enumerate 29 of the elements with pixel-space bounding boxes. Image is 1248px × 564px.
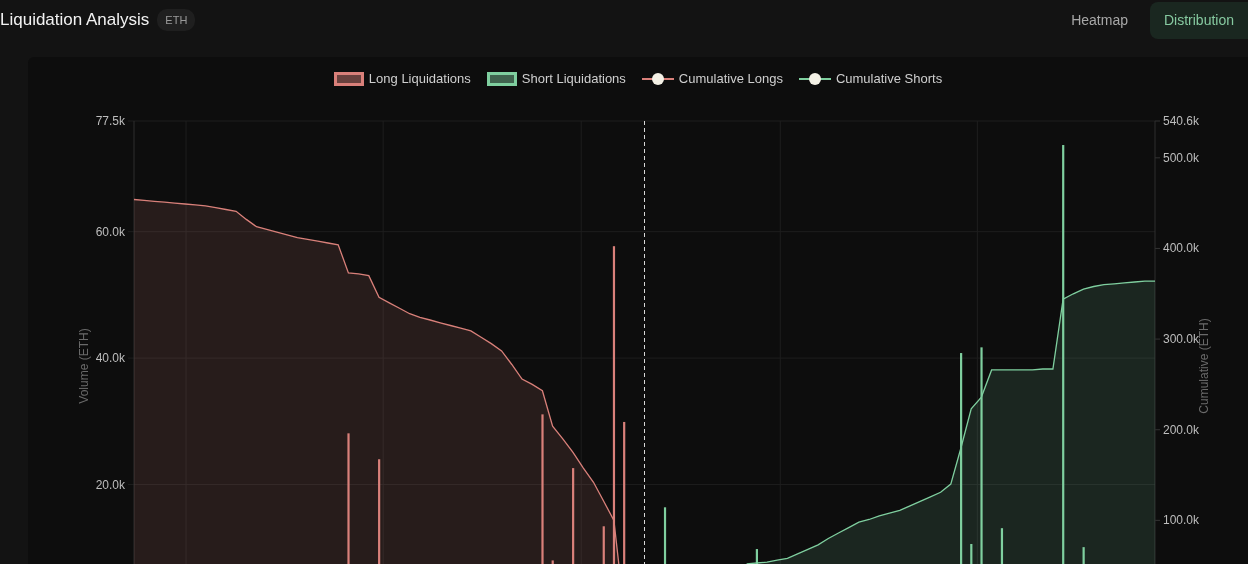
liquidation-bar	[970, 544, 973, 564]
axis-tick-label: 400.0k	[1163, 241, 1200, 256]
view-tab[interactable]: Distribution	[1149, 1, 1248, 39]
legend-label[interactable]: Cumulative Shorts	[835, 68, 943, 89]
tick-mark	[1154, 519, 1161, 521]
liquidation-bar	[1000, 528, 1004, 564]
axis-tick-label: 60.0k	[95, 224, 125, 239]
axis-tick-label: 20.0k	[95, 477, 125, 492]
liquidation-bar	[755, 549, 758, 564]
axis-title: Volume (ETH)	[77, 328, 91, 404]
axis-tick-label: 77.5k	[95, 114, 125, 128]
page-title: Liquidation Analysis	[0, 9, 150, 32]
axis-tick-label: 200.0k	[1163, 422, 1200, 437]
axis-tick-label: 300.0k	[1163, 332, 1200, 347]
tick-mark	[1154, 247, 1161, 249]
liquidation-bar	[551, 560, 554, 564]
liquidation-bar	[602, 526, 605, 564]
view-tab[interactable]: Heatmap	[1057, 1, 1142, 39]
legend-label[interactable]: Cumulative Longs	[678, 68, 783, 89]
legend-label[interactable]: Long Liquidations	[368, 68, 471, 89]
axis-tick-label: 100.0k	[1163, 513, 1200, 528]
axis-tick-label: 500.0k	[1163, 150, 1200, 165]
axis-tick-label: 540.6k	[1163, 114, 1200, 128]
liquidation-bar	[663, 507, 667, 564]
asset-badge: ETH	[157, 8, 196, 32]
liquidation-bar	[1082, 547, 1085, 564]
legend-label[interactable]: Short Liquidations	[521, 68, 626, 89]
axis-tick-label: 40.0k	[95, 351, 125, 366]
axis-title: Cumulative (ETH)	[1197, 318, 1211, 414]
